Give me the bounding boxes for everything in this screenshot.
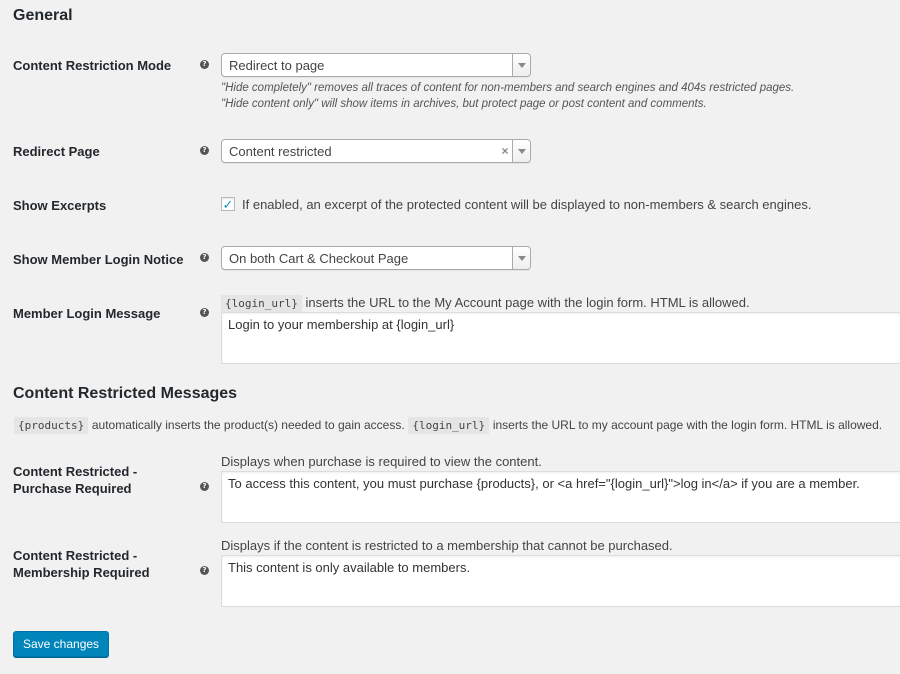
checkmark-icon: ✓ xyxy=(222,196,234,212)
help-icon[interactable]: ? xyxy=(200,146,209,155)
show-excerpts-label: Show Excerpts xyxy=(13,198,107,213)
purchase-required-textarea[interactable]: To access this content, you must purchas… xyxy=(221,471,900,523)
chevron-down-icon[interactable] xyxy=(512,140,530,162)
help-icon[interactable]: ? xyxy=(200,566,209,575)
general-heading: General xyxy=(13,7,73,24)
help-icon[interactable]: ? xyxy=(200,60,209,69)
save-changes-button[interactable]: Save changes xyxy=(13,631,110,657)
login-url-code: {login_url} xyxy=(221,295,302,312)
restricted-info: {products} automatically inserts the pro… xyxy=(14,417,883,434)
login-notice-value: On both Cart & Checkout Page xyxy=(229,250,409,266)
help-icon[interactable]: ? xyxy=(200,253,209,262)
purchase-hint: Displays when purchase is required to vi… xyxy=(221,454,542,469)
membership-required-textarea[interactable]: This content is only available to member… xyxy=(221,555,900,607)
membership-label-line-2: Membership Required xyxy=(13,565,150,580)
login-message-textarea[interactable]: Login to your membership at {login_url} xyxy=(221,312,900,364)
show-excerpts-desc: If enabled, an excerpt of the protected … xyxy=(242,197,812,212)
membership-hint: Displays if the content is restricted to… xyxy=(221,538,673,553)
login-message-hint-text: inserts the URL to the My Account page w… xyxy=(305,295,750,310)
chevron-down-icon[interactable] xyxy=(512,247,530,269)
restriction-mode-select[interactable]: Redirect to page xyxy=(221,53,531,77)
membership-label-line-1: Content Restricted - xyxy=(13,548,138,563)
redirect-page-select[interactable]: Content restricted × xyxy=(221,139,531,163)
show-excerpts-checkbox[interactable]: ✓ xyxy=(221,197,235,211)
restriction-mode-value: Redirect to page xyxy=(229,57,325,73)
redirect-page-value: Content restricted xyxy=(229,143,332,159)
products-code: {products} xyxy=(14,417,89,434)
purchase-label-line-2: Purchase Required xyxy=(13,481,132,496)
membership-required-label: Content Restricted - Membership Required xyxy=(13,547,150,581)
restriction-mode-desc-1: "Hide completely" removes all traces of … xyxy=(221,82,795,94)
help-icon[interactable]: ? xyxy=(200,482,209,491)
redirect-page-label: Redirect Page xyxy=(13,144,100,159)
login-url-code: {login_url} xyxy=(408,417,490,434)
chevron-down-icon[interactable] xyxy=(512,54,530,76)
purchase-required-label: Content Restricted - Purchase Required xyxy=(13,463,137,497)
login-message-label: Member Login Message xyxy=(13,306,161,321)
help-icon[interactable]: ? xyxy=(200,308,209,317)
login-notice-label: Show Member Login Notice xyxy=(13,252,184,267)
clear-icon[interactable]: × xyxy=(498,144,512,158)
restriction-mode-label: Content Restriction Mode xyxy=(13,58,172,73)
restricted-info-text-2: inserts the URL to my account page with … xyxy=(492,418,883,432)
restricted-info-text-1: automatically inserts the product(s) nee… xyxy=(91,418,405,432)
login-message-hint: {login_url} inserts the URL to the My Ac… xyxy=(221,295,750,312)
login-notice-select[interactable]: On both Cart & Checkout Page xyxy=(221,246,531,270)
restriction-mode-desc-2: "Hide content only" will show items in a… xyxy=(221,98,707,110)
purchase-label-line-1: Content Restricted - xyxy=(13,464,138,479)
restricted-heading: Content Restricted Messages xyxy=(13,385,238,402)
